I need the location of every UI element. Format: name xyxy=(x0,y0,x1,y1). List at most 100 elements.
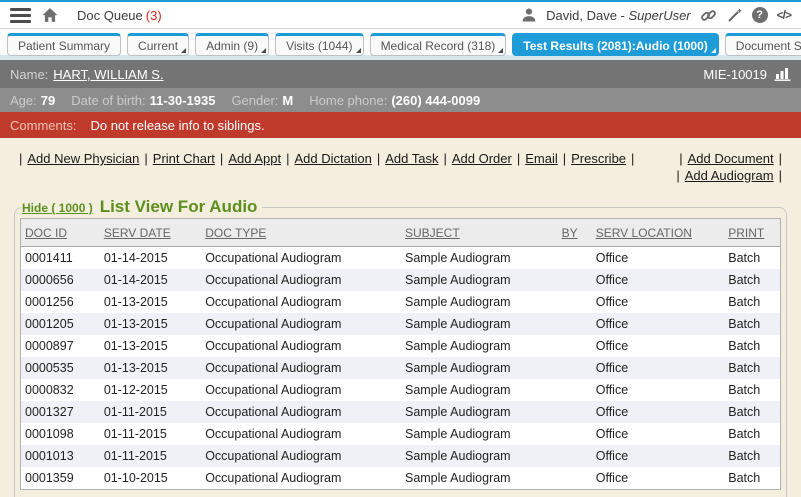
chart-actions-row: |Add New Physician|Print Chart|Add Appt|… xyxy=(14,150,787,184)
cell-serv-location: Office xyxy=(592,291,725,313)
table-row[interactable]: 0000897 01-13-2015 Occupational Audiogra… xyxy=(21,335,781,357)
doc-queue-count: (3) xyxy=(146,8,162,23)
tab-label: Medical Record (318) xyxy=(381,39,496,53)
sort-print[interactable]: PRINT xyxy=(728,226,764,240)
table-row[interactable]: 0001098 01-11-2015 Occupational Audiogra… xyxy=(21,423,781,445)
comments-label: Comments: xyxy=(10,118,76,133)
cell-subject: Sample Audiogram xyxy=(401,357,558,379)
cell-subject: Sample Audiogram xyxy=(401,247,558,270)
action-link[interactable]: Add Task xyxy=(385,151,438,166)
cell-serv-location: Office xyxy=(592,313,725,335)
cell-serv-location: Office xyxy=(592,379,725,401)
comments-bar: Comments: Do not release info to sibling… xyxy=(0,112,801,138)
cell-serv-date: 01-12-2015 xyxy=(100,379,201,401)
cell-serv-location: Office xyxy=(592,423,725,445)
cell-print: Batch xyxy=(724,313,780,335)
tab-test-results-audio[interactable]: Test Results (2081):Audio (1000) xyxy=(512,33,719,56)
table-row[interactable]: 0001327 01-11-2015 Occupational Audiogra… xyxy=(21,401,781,423)
add-audiogram-link[interactable]: Add Audiogram xyxy=(685,168,774,183)
user-menu[interactable]: David, Dave - SuperUser xyxy=(546,8,691,23)
sort-subject[interactable]: SUBJECT xyxy=(405,226,460,240)
patient-id: MIE-10019 xyxy=(703,67,767,82)
col-doc-id: DOC ID xyxy=(21,219,100,247)
cell-subject: Sample Audiogram xyxy=(401,445,558,467)
tab-patient-summary[interactable]: Patient Summary xyxy=(7,33,121,56)
cell-by xyxy=(558,313,592,335)
table-row[interactable]: 0000535 01-13-2015 Occupational Audiogra… xyxy=(21,357,781,379)
cell-serv-date: 01-13-2015 xyxy=(100,335,201,357)
cell-print: Batch xyxy=(724,269,780,291)
flowsheet-chart-icon[interactable] xyxy=(774,67,791,81)
tab-document-summary[interactable]: Document Summary (3267) xyxy=(725,33,801,56)
chevron-down-icon xyxy=(498,48,503,53)
table-row[interactable]: 0000656 01-14-2015 Occupational Audiogra… xyxy=(21,269,781,291)
sort-serv-location[interactable]: SERV LOCATION xyxy=(596,226,692,240)
table-row[interactable]: 0001411 01-14-2015 Occupational Audiogra… xyxy=(21,247,781,270)
table-row[interactable]: 0001256 01-13-2015 Occupational Audiogra… xyxy=(21,291,781,313)
top-bar-right: David, Dave - SuperUser ? </> xyxy=(521,7,791,24)
cell-doc-type: Occupational Audiogram xyxy=(201,423,401,445)
help-icon[interactable]: ? xyxy=(752,7,768,23)
cell-doc-type: Occupational Audiogram xyxy=(201,291,401,313)
cell-serv-date: 01-14-2015 xyxy=(100,269,201,291)
cell-doc-id: 0000897 xyxy=(21,335,100,357)
cell-print: Batch xyxy=(724,423,780,445)
comments-text: Do not release info to siblings. xyxy=(90,118,264,133)
cell-print: Batch xyxy=(724,247,780,270)
action-link[interactable]: Print Chart xyxy=(153,151,215,166)
cell-serv-date: 01-11-2015 xyxy=(100,401,201,423)
tab-visits[interactable]: Visits (1044) xyxy=(275,33,363,56)
col-serv-location: SERV LOCATION xyxy=(592,219,725,247)
action-link[interactable]: Email xyxy=(525,151,558,166)
tab-current[interactable]: Current xyxy=(127,33,189,56)
home-icon[interactable] xyxy=(41,7,59,23)
link-icon[interactable] xyxy=(700,7,717,24)
action-link[interactable]: Add Order xyxy=(452,151,512,166)
cell-doc-type: Occupational Audiogram xyxy=(201,335,401,357)
table-row[interactable]: 0001013 01-11-2015 Occupational Audiogra… xyxy=(21,445,781,467)
cell-subject: Sample Audiogram xyxy=(401,313,558,335)
cell-print: Batch xyxy=(724,401,780,423)
cell-serv-date: 01-11-2015 xyxy=(100,445,201,467)
cell-doc-type: Occupational Audiogram xyxy=(201,247,401,270)
sort-doc-type[interactable]: DOC TYPE xyxy=(205,226,266,240)
hide-list-link[interactable]: Hide ( 1000 ) xyxy=(22,201,93,215)
cell-doc-type: Occupational Audiogram xyxy=(201,379,401,401)
table-row[interactable]: 0000832 01-12-2015 Occupational Audiogra… xyxy=(21,379,781,401)
tab-admin[interactable]: Admin (9) xyxy=(195,33,269,56)
add-document-link[interactable]: Add Document xyxy=(688,151,774,166)
menu-icon[interactable] xyxy=(10,5,31,26)
cell-subject: Sample Audiogram xyxy=(401,269,558,291)
action-links: |Add New Physician|Print Chart|Add Appt|… xyxy=(14,150,671,184)
cell-serv-location: Office xyxy=(592,401,725,423)
chevron-down-icon xyxy=(261,48,266,53)
cell-subject: Sample Audiogram xyxy=(401,379,558,401)
cell-serv-date: 01-13-2015 xyxy=(100,313,201,335)
tab-label: Visits (1044) xyxy=(286,39,352,53)
sort-by[interactable]: BY xyxy=(562,226,578,240)
wand-icon[interactable] xyxy=(726,7,743,24)
home-phone-field: Home phone:(260) 444-0099 xyxy=(309,93,480,108)
doc-queue-label[interactable]: Doc Queue xyxy=(77,8,143,23)
audio-document-table: DOC ID SERV DATE DOC TYPE SUBJECT BY SER… xyxy=(20,218,781,490)
patient-name-link[interactable]: HART, WILLIAM S. xyxy=(53,67,163,82)
audio-list-section: Hide ( 1000 ) List View For Audio DOC ID… xyxy=(14,197,787,497)
col-by: BY xyxy=(558,219,592,247)
gender-field: Gender:M xyxy=(231,93,293,108)
action-link[interactable]: Add New Physician xyxy=(27,151,139,166)
tab-label: Current xyxy=(138,39,178,53)
table-row[interactable]: 0001359 01-10-2015 Occupational Audiogra… xyxy=(21,467,781,490)
action-link[interactable]: Add Appt xyxy=(228,151,281,166)
action-link[interactable]: Add Dictation xyxy=(294,151,371,166)
action-link[interactable]: Prescribe xyxy=(571,151,626,166)
sort-serv-date[interactable]: SERV DATE xyxy=(104,226,171,240)
sort-doc-id[interactable]: DOC ID xyxy=(25,226,67,240)
table-row[interactable]: 0001205 01-13-2015 Occupational Audiogra… xyxy=(21,313,781,335)
tab-medical-record[interactable]: Medical Record (318) xyxy=(370,33,507,56)
tab-label: Document Summary (3267) xyxy=(736,39,801,53)
cell-print: Batch xyxy=(724,445,780,467)
code-icon[interactable]: </> xyxy=(777,8,791,22)
user-icon xyxy=(521,7,537,23)
cell-doc-id: 0000656 xyxy=(21,269,100,291)
chevron-down-icon xyxy=(711,48,716,53)
